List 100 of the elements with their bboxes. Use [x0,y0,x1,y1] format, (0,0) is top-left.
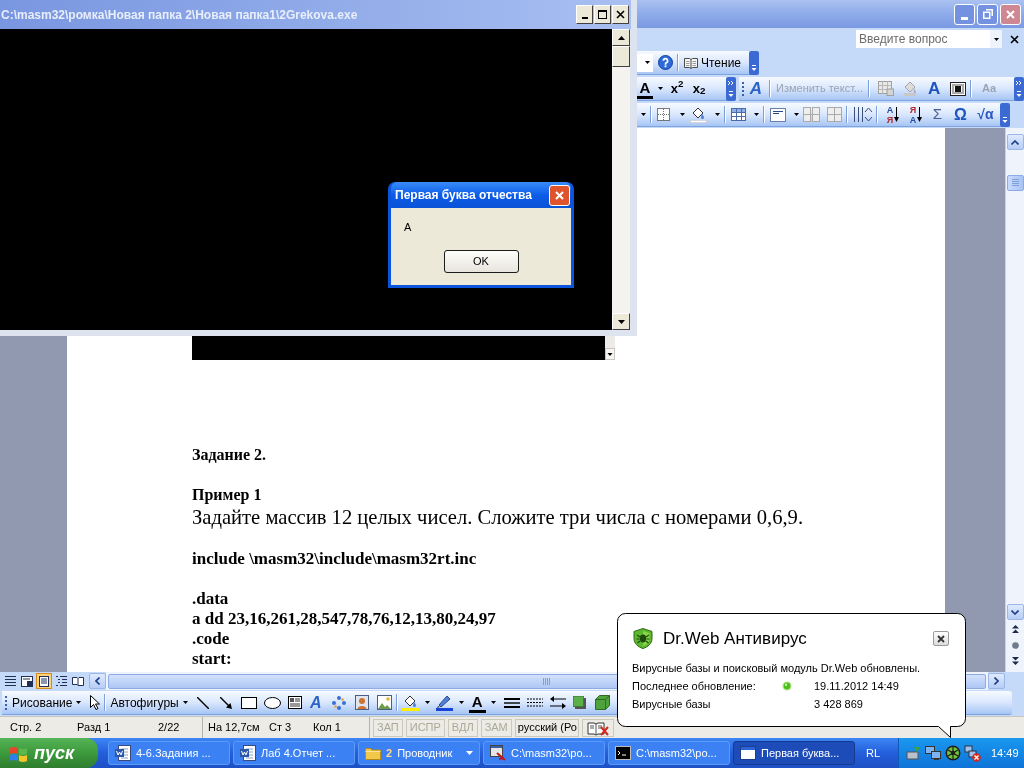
subscript-button[interactable]: x$_{2}$ [691,78,707,99]
portrait-icon[interactable] [354,695,369,710]
line-style-icon[interactable] [503,697,520,708]
wordart-button[interactable]: A [308,692,323,713]
caret-icon[interactable] [645,61,650,64]
flag-icon[interactable] [9,744,28,762]
symbol-button[interactable]: √α [977,104,994,125]
caret-icon[interactable] [458,701,464,704]
minimize-icon[interactable] [581,17,588,19]
caret-icon[interactable] [680,113,685,116]
caret-icon[interactable] [641,113,646,116]
text-box-icon[interactable] [287,696,302,709]
autoshapes-menu-button[interactable]: Автофигуры [110,692,188,713]
symbol-button[interactable]: Σ [932,104,943,125]
hardware-icon[interactable] [906,745,922,761]
maximize-button[interactable] [594,5,611,24]
close-icon[interactable] [1010,34,1019,44]
language-indicator[interactable]: русский (Ро [514,718,579,737]
toolbar-options-icon[interactable] [1000,102,1010,127]
book-cross-icon[interactable] [586,719,609,736]
toolbar-options-icon[interactable] [749,50,759,75]
circle-icon[interactable] [1011,641,1019,649]
shadow-icon[interactable] [572,696,586,709]
close-icon[interactable] [937,634,945,643]
taskbar-button[interactable]: Первая буква... [733,741,855,765]
merge-cells-icon[interactable] [803,107,820,122]
help-icon[interactable] [658,55,673,70]
language-indicator[interactable]: RL [866,744,881,762]
ok-button[interactable]: OK [443,250,519,273]
paint-bucket-icon[interactable] [690,106,707,123]
taskbar-button[interactable]: C:\masm32\ро... [608,741,730,765]
taskbar-button[interactable]: 4-6.Задания ... [108,741,230,765]
dash-style-icon[interactable] [526,698,543,707]
text-wrap-icon[interactable] [950,81,967,96]
pen-icon[interactable] [435,694,453,711]
cursor-icon[interactable] [90,695,101,710]
caret-icon[interactable] [76,701,82,704]
picture-icon[interactable] [376,695,392,710]
book-icon[interactable] [684,56,698,69]
window-icon[interactable] [740,746,756,760]
caret-icon[interactable] [794,113,799,116]
taskbar-button[interactable]: 2 Проводник [358,741,480,765]
drawing-menu-button[interactable]: Рисование [12,692,82,713]
caret-icon[interactable] [715,113,720,116]
caret-icon[interactable] [754,113,759,116]
close-icon[interactable] [616,10,625,19]
double-down-arrow-icon[interactable] [1011,657,1019,665]
diagram-icon[interactable] [331,695,346,710]
caret-icon[interactable] [993,37,999,41]
shape-button[interactable]: A [925,78,944,99]
up-arrow-icon[interactable] [617,35,625,40]
restore-icon[interactable] [982,9,993,19]
sort-descending-button[interactable]: Я А [908,103,924,126]
start-button[interactable]: пуск [0,738,98,768]
close-button[interactable] [933,631,949,646]
superscript-button[interactable]: x$^{2}$ [669,78,685,99]
align-icon[interactable] [770,107,786,122]
arrows-icon[interactable] [549,696,566,709]
distribute-icon[interactable] [853,107,872,122]
line-icon[interactable] [196,696,209,709]
arrow-icon[interactable] [219,696,232,709]
wordart-button[interactable]: A [747,78,765,99]
console-icon[interactable] [615,746,631,760]
sort-ascending-button[interactable]: А Я [885,103,901,126]
program-icon[interactable] [490,745,506,761]
caret-icon[interactable] [424,701,430,704]
combo-field[interactable] [637,53,653,72]
scroll-right-button[interactable] [988,673,1005,689]
rectangle-icon[interactable] [240,696,257,709]
document-icon[interactable] [115,745,131,761]
toolbar-options-icon[interactable] [726,76,736,101]
double-up-arrow-icon[interactable] [1011,625,1019,633]
down-arrow-icon[interactable] [917,107,923,122]
scroll-left-button[interactable] [89,673,106,689]
monitors-icon[interactable] [925,745,942,761]
toolbar-options-icon[interactable] [1014,76,1024,101]
caret-icon[interactable] [182,701,188,704]
taskbar-button[interactable]: C:\masm32\ро... [483,741,605,765]
table-icon[interactable] [731,108,746,121]
caret-icon[interactable] [490,701,496,704]
caret-icon[interactable] [658,87,663,90]
restore-button[interactable] [977,3,998,25]
document-icon[interactable] [240,745,256,761]
network-error-icon[interactable] [964,744,981,762]
spider-icon[interactable] [945,745,961,761]
scrollbar-thumb[interactable] [1006,175,1024,191]
folder-icon[interactable] [365,746,381,760]
down-arrow-icon[interactable] [617,319,625,324]
borders-icon[interactable] [657,108,670,121]
font-color-button[interactable]: A [468,692,486,713]
down-arrow-icon[interactable] [894,107,900,122]
minimize-button[interactable] [576,5,593,24]
taskbar-button[interactable]: Лаб 4.Отчет ... [233,741,355,765]
split-cells-icon[interactable] [827,107,842,122]
maximize-icon[interactable] [598,10,607,19]
symbol-button[interactable]: Ω [953,104,968,125]
cube-icon[interactable] [594,695,610,710]
paint-bucket-icon[interactable] [401,694,419,711]
help-search-field[interactable]: Введите вопрос [856,30,1002,48]
oval-icon[interactable] [263,696,281,709]
